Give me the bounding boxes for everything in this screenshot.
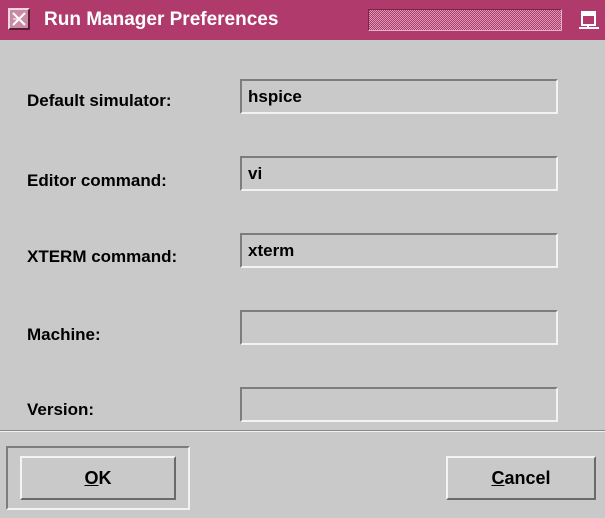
title-bar[interactable]: Run Manager Preferences: [0, 0, 605, 40]
default-simulator-label: Default simulator:: [27, 91, 172, 110]
ok-button[interactable]: OK: [20, 456, 176, 500]
separator: [0, 430, 605, 432]
window-title: Run Manager Preferences: [44, 9, 279, 30]
xterm-command-field[interactable]: [240, 233, 558, 268]
editor-command-field[interactable]: [240, 156, 558, 191]
xterm-command-label: XTERM command:: [27, 247, 178, 266]
ok-mnemonic: O: [84, 468, 99, 488]
ok-label-rest: K: [98, 468, 112, 488]
machine-label: Machine:: [27, 325, 101, 344]
machine-field[interactable]: [240, 310, 558, 345]
maximize-icon[interactable]: [578, 9, 600, 31]
default-simulator-field[interactable]: [240, 79, 558, 114]
editor-command-label: Editor command:: [27, 171, 167, 190]
window-menu-icon[interactable]: [8, 8, 30, 30]
version-field[interactable]: [240, 387, 558, 422]
cancel-label-rest: ancel: [504, 468, 551, 488]
title-bar-stipple: [368, 9, 562, 31]
preferences-dialog: Run Manager Preferences Default simulato…: [0, 0, 605, 518]
version-label: Version:: [27, 400, 95, 419]
cancel-button[interactable]: Cancel: [446, 456, 596, 500]
cancel-mnemonic: C: [491, 468, 505, 488]
